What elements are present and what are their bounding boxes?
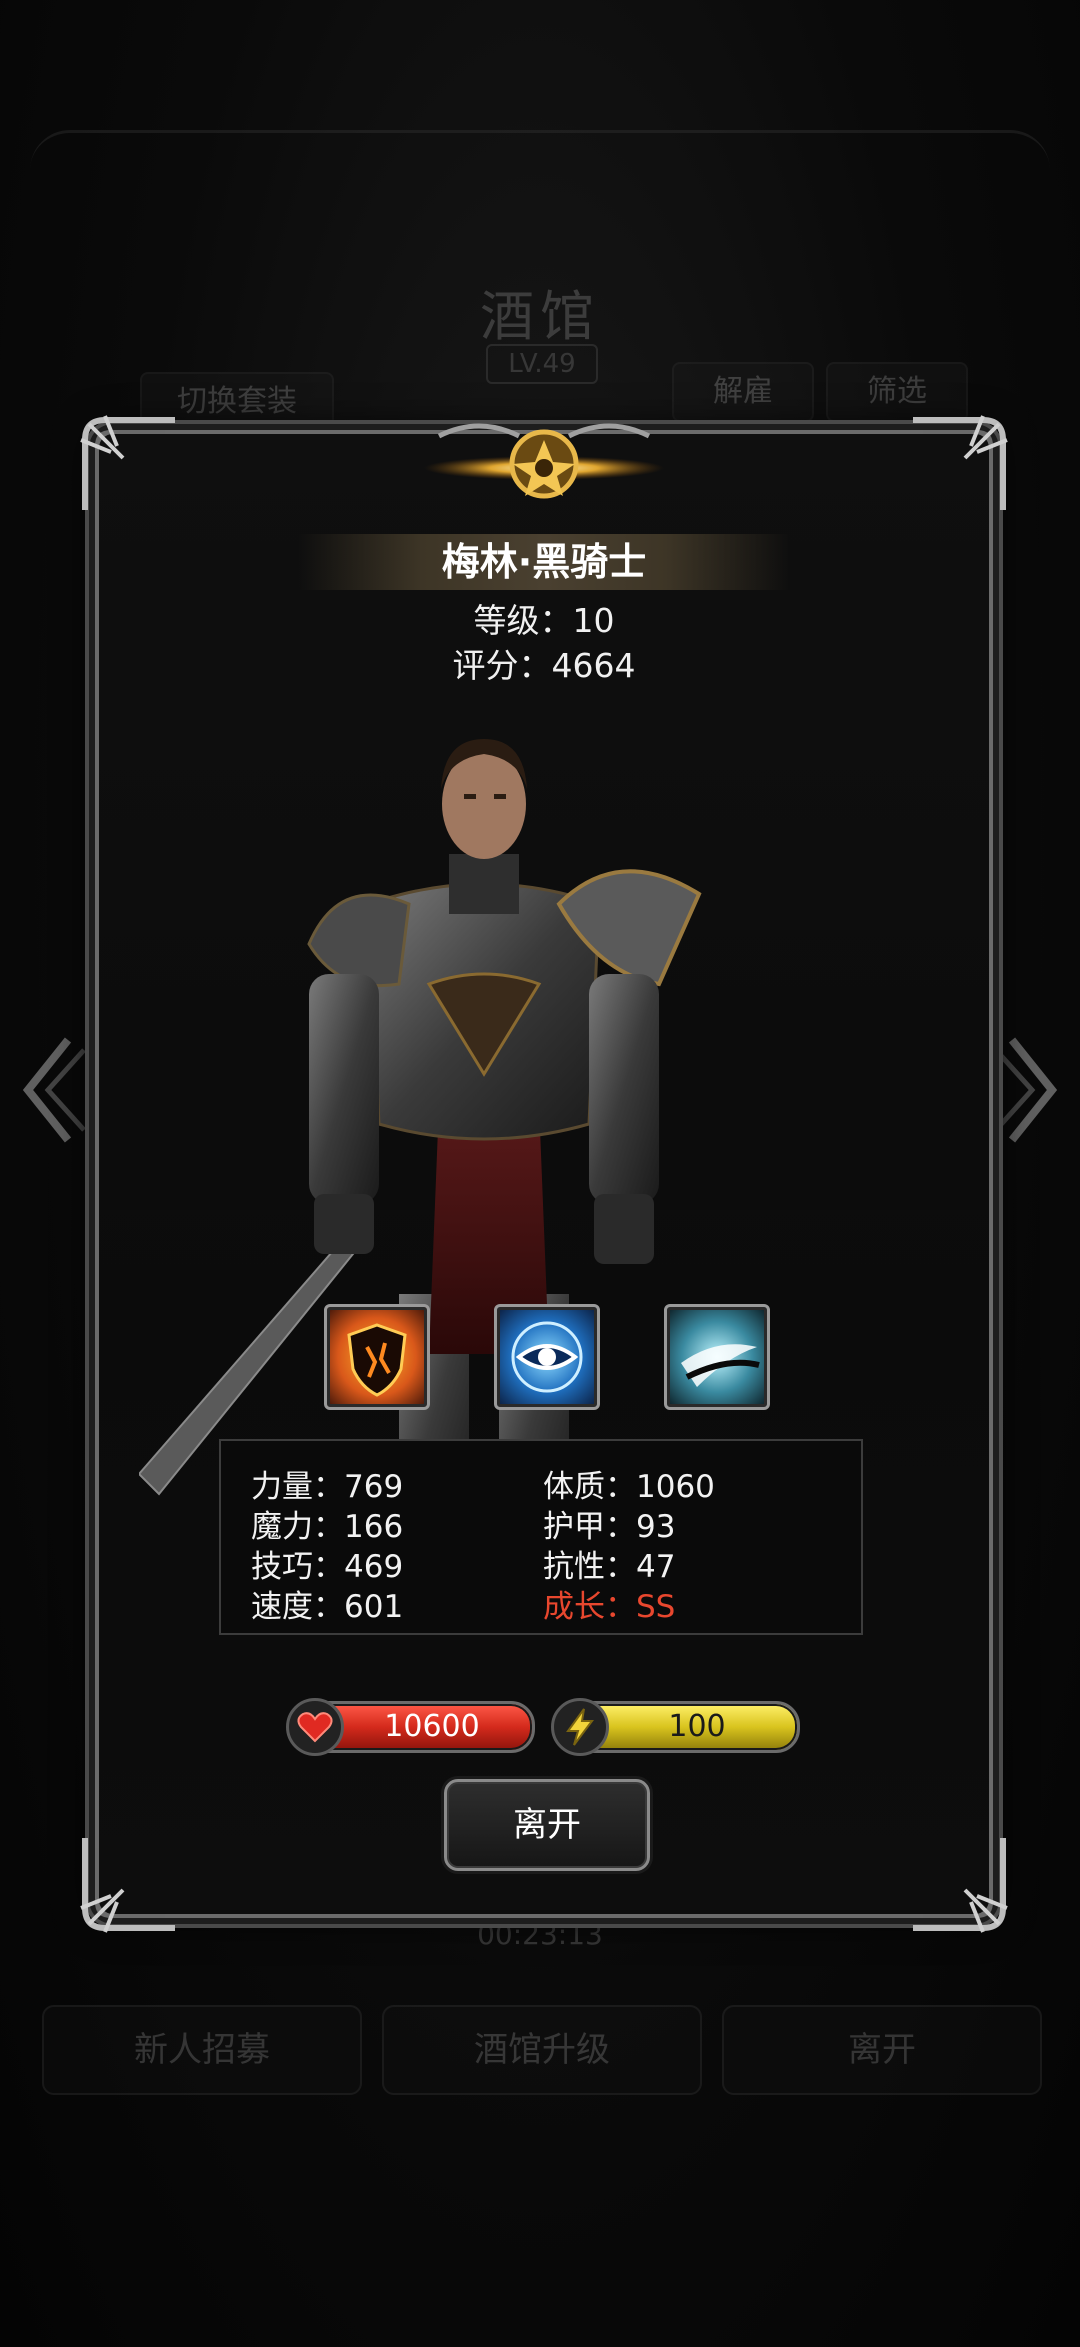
stat-magic: 魔力：166 bbox=[251, 1509, 404, 1545]
next-hero-arrow-icon[interactable] bbox=[992, 1030, 1062, 1150]
dismiss-button[interactable]: 解雇 bbox=[672, 362, 814, 422]
hp-value: 10600 bbox=[384, 1709, 480, 1744]
previous-hero-arrow-icon[interactable] bbox=[18, 1030, 88, 1150]
golden-crest-emblem-icon bbox=[424, 423, 664, 499]
energy-value: 100 bbox=[668, 1709, 726, 1744]
ornament-corner-icon bbox=[80, 1838, 175, 1933]
background-title: 酒馆 bbox=[480, 285, 600, 348]
skill-slot-1[interactable] bbox=[324, 1304, 430, 1410]
ornament-corner-icon bbox=[913, 415, 1008, 510]
slash-icon bbox=[681, 1344, 760, 1387]
hero-level-text: 等级：10 bbox=[473, 601, 615, 640]
stat-resistance: 抗性：47 bbox=[543, 1549, 676, 1585]
leave-button[interactable]: 离开 bbox=[444, 1779, 650, 1871]
stats-panel: 力量：769 魔力：166 技巧：469 速度：601 体质：1060 护甲：9… bbox=[219, 1439, 863, 1635]
game-screen: 酒馆 LV.49 切换套装 解雇 筛选 00:23:13 新人招募 酒馆升级 离… bbox=[0, 0, 1080, 2347]
black-knight-portrait bbox=[139, 739, 702, 1534]
background-timer: 00:23:13 bbox=[477, 1918, 603, 1951]
stat-skill: 技巧：469 bbox=[251, 1549, 404, 1585]
stat-constitution: 体质：1060 bbox=[543, 1469, 715, 1505]
background-level-badge: LV.49 bbox=[486, 344, 598, 384]
eye-icon bbox=[511, 1321, 583, 1393]
tavern-upgrade-button[interactable]: 酒馆升级 bbox=[382, 2005, 702, 2095]
recruit-button[interactable]: 新人招募 bbox=[42, 2005, 362, 2095]
stat-armor: 护甲：93 bbox=[543, 1509, 676, 1545]
energy-bar: 100 bbox=[551, 1698, 800, 1756]
stat-growth: 成长：SS bbox=[543, 1589, 676, 1625]
skill-slot-3[interactable] bbox=[664, 1304, 770, 1410]
ornament-corner-icon bbox=[80, 415, 175, 510]
hero-name-banner: 梅林·黑骑士 bbox=[299, 534, 789, 590]
ornament-corner-icon bbox=[913, 1838, 1008, 1933]
hp-bar: 10600 bbox=[286, 1698, 535, 1756]
background-leave-button[interactable]: 离开 bbox=[722, 2005, 1042, 2095]
hero-detail-dialog: 梅林·黑骑士 等级：10 评分：4664 力量：769 魔力：166 技巧：46… bbox=[80, 415, 1008, 1933]
skill-slot-2[interactable] bbox=[494, 1304, 600, 1410]
stat-speed: 速度：601 bbox=[251, 1589, 404, 1625]
fire-shield-icon bbox=[347, 1323, 407, 1397]
stat-strength: 力量：769 bbox=[251, 1469, 404, 1505]
